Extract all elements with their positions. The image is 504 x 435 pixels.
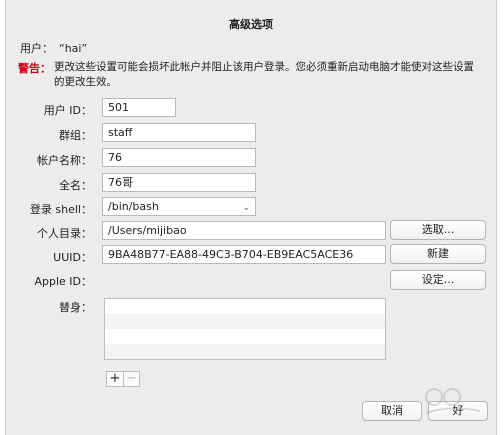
add-alias-button[interactable]: + [107,372,123,386]
choose-home-button[interactable]: 选取... [390,220,486,240]
warning-text: 更改这些设置可能会损坏此帐户并阻止该用户登录。您必须重新启动电脑才能使对这些设置… [54,61,474,88]
group-label: 群组： [59,129,92,142]
new-uuid-button[interactable]: 新建 [390,244,486,264]
alias-add-remove-control: + − [106,371,140,387]
group-field[interactable]: staff [102,123,256,142]
list-row[interactable] [105,314,385,329]
user-line: 用户： “hai” [20,40,87,56]
cancel-button[interactable]: 取消 [362,401,422,421]
uuid-field[interactable]: 9BA48B77-EA88-49C3-B704-EB9EAC5ACE36 [102,245,386,264]
user-label: 用户： [20,42,53,55]
home-dir-label: 个人目录： [37,227,92,240]
user-id-label: 用户 ID： [43,104,92,117]
login-shell-label: 登录 shell： [29,203,92,216]
ok-button[interactable]: 好 [428,401,488,421]
list-row[interactable] [105,299,385,314]
user-id-field[interactable]: 501 [102,98,176,117]
aliases-label: 替身： [59,301,92,314]
chevron-down-icon: ⌄ [242,203,250,213]
warning-label: 警告： [18,62,51,75]
full-name-field[interactable]: 76哥 [102,173,256,192]
user-name: “hai” [59,42,88,55]
apple-id-label: Apple ID： [34,275,92,288]
account-name-field[interactable]: 76 [102,148,256,167]
set-apple-id-button[interactable]: 设定... [390,270,486,290]
advanced-options-sheet: 高级选项 用户： “hai” 警告： 更改这些设置可能会损坏此帐户并阻止该用户登录… [5,0,497,435]
login-shell-value: /bin/bash [108,200,159,213]
remove-alias-button[interactable]: − [123,372,139,386]
list-row[interactable] [105,329,385,344]
account-name-label: 帐户名称： [37,154,92,167]
login-shell-select[interactable]: /bin/bash ⌄ [102,197,256,216]
list-row[interactable] [105,344,385,359]
aliases-list[interactable] [104,298,386,360]
full-name-label: 全名： [59,179,92,192]
dialog-title: 高级选项 [229,18,273,31]
home-dir-field[interactable]: /Users/mijibao [102,221,386,240]
uuid-label: UUID： [53,251,92,264]
